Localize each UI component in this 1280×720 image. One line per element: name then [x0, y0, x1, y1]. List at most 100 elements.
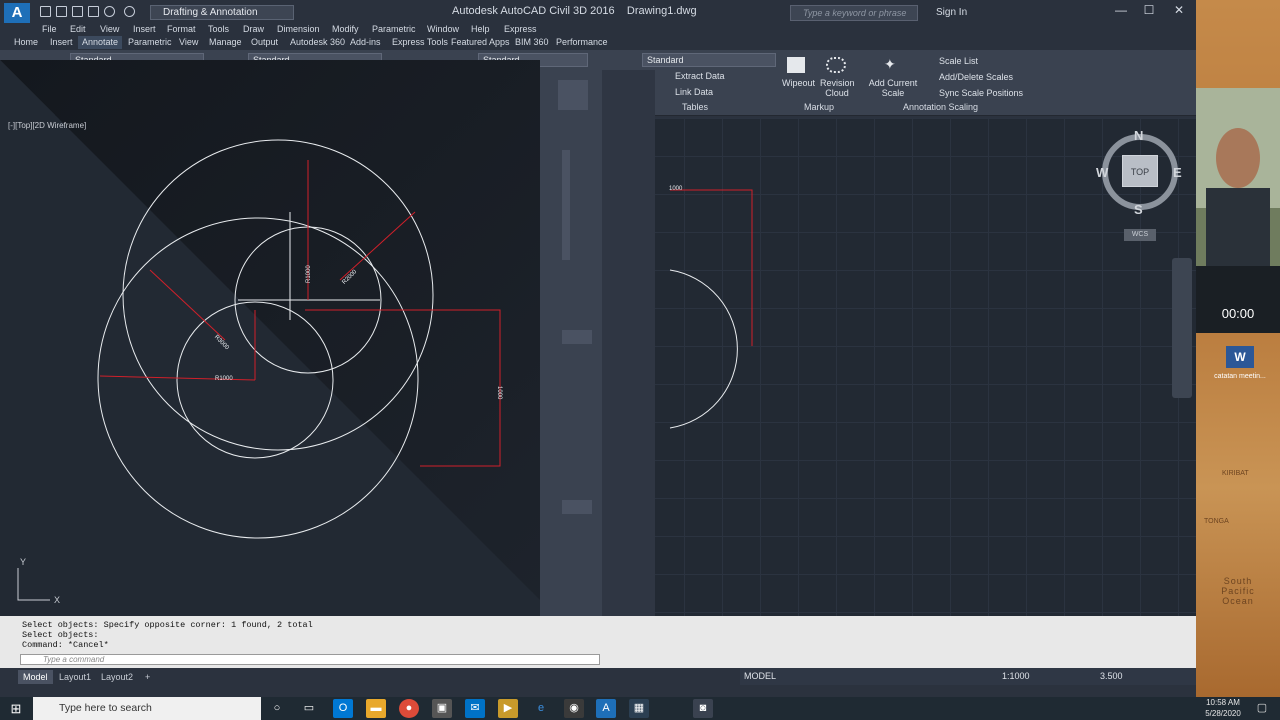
- revision-cloud-icon: [826, 57, 846, 73]
- undo-icon[interactable]: [104, 6, 115, 17]
- command-line-1: Select objects: Specify opposite corner:…: [22, 620, 313, 630]
- compass-east[interactable]: E: [1173, 165, 1182, 180]
- menu-parametric[interactable]: Parametric: [372, 24, 416, 34]
- ucs-x-label: X: [54, 595, 60, 605]
- label-r1000-b: R1000: [215, 376, 233, 382]
- annotation-scale-dropdown[interactable]: 1:1000: [1002, 671, 1030, 681]
- label-dim-side: 1000: [496, 386, 502, 400]
- chrome-icon[interactable]: ●: [399, 699, 419, 718]
- scale-list-button[interactable]: Scale List: [939, 56, 978, 66]
- folded-ribbon-strip: [540, 70, 655, 680]
- tab-manage[interactable]: Manage: [209, 37, 242, 47]
- wcs-menu[interactable]: WCS: [1124, 229, 1156, 241]
- outlook-icon[interactable]: O: [333, 699, 353, 718]
- table-style-dropdown[interactable]: Standard: [642, 53, 776, 67]
- wipeout-button[interactable]: Wipeout: [782, 78, 815, 88]
- save-icon[interactable]: [72, 6, 83, 17]
- taskbar-search-input[interactable]: Type here to search: [33, 697, 261, 720]
- menu-help[interactable]: Help: [471, 24, 490, 34]
- minimize-button[interactable]: —: [1108, 3, 1134, 19]
- add-delete-scales-button[interactable]: Add/Delete Scales: [939, 72, 1013, 82]
- help-search-input[interactable]: Type a keyword or phrase: [790, 5, 918, 21]
- tab-add-ins[interactable]: Add-ins: [350, 37, 381, 47]
- tab-insert[interactable]: Insert: [50, 37, 73, 47]
- new-file-icon[interactable]: [40, 6, 51, 17]
- sign-in-link[interactable]: Sign In: [936, 7, 967, 18]
- save-as-icon[interactable]: [88, 6, 99, 17]
- tab-home[interactable]: Home: [14, 37, 38, 47]
- civil3d-taskbar-icon[interactable]: ▦: [629, 699, 649, 718]
- maximize-button[interactable]: ☐: [1136, 3, 1162, 19]
- menu-window[interactable]: Window: [427, 24, 459, 34]
- sync-scale-positions-button[interactable]: Sync Scale Positions: [939, 88, 1023, 98]
- task-view-icon[interactable]: ▭: [299, 699, 319, 718]
- mail-icon[interactable]: ✉: [465, 699, 485, 718]
- label-r1000-a: R1000: [306, 265, 312, 283]
- close-button[interactable]: ✕: [1166, 3, 1192, 19]
- workspace-dropdown[interactable]: Drafting & Annotation: [150, 5, 294, 20]
- recorder-taskbar-icon[interactable]: ◙: [693, 699, 713, 718]
- menu-draw[interactable]: Draw: [243, 24, 264, 34]
- tab-layout2[interactable]: Layout2: [96, 670, 138, 684]
- word-document-icon[interactable]: W: [1226, 346, 1254, 368]
- tab-annotate[interactable]: Annotate: [78, 36, 123, 49]
- tab-view[interactable]: View: [179, 37, 198, 47]
- viewport-controls-label[interactable]: [-][Top][2D Wireframe]: [8, 121, 86, 130]
- compass-south[interactable]: S: [1134, 202, 1143, 217]
- add-layout-button[interactable]: +: [140, 670, 155, 684]
- menu-bar: File Edit View Insert Format Tools Draw …: [0, 24, 1196, 36]
- window-title: Autodesk AutoCAD Civil 3D 2016 Drawing1.…: [452, 5, 697, 17]
- menu-tools[interactable]: Tools: [208, 24, 229, 34]
- dimension-text: 1000: [669, 186, 683, 192]
- annotation-value[interactable]: 3.500: [1100, 671, 1123, 681]
- tab-performance[interactable]: Performance: [556, 37, 608, 47]
- tab-model[interactable]: Model: [18, 670, 53, 684]
- wipeout-icon: [787, 57, 805, 73]
- desktop-file-label: catatan meetin...: [1214, 373, 1266, 380]
- camera-icon[interactable]: ◉: [564, 699, 584, 718]
- command-input[interactable]: Type a command: [20, 654, 600, 665]
- store-icon[interactable]: ▣: [432, 699, 452, 718]
- tab-autodesk-360[interactable]: Autodesk 360: [290, 37, 345, 47]
- autocad-taskbar-icon[interactable]: A: [596, 699, 616, 718]
- notification-icon[interactable]: ▢: [1252, 699, 1272, 718]
- edge-icon[interactable]: e: [531, 699, 551, 718]
- file-explorer-icon[interactable]: ▬: [366, 699, 386, 718]
- tab-express-tools[interactable]: Express Tools: [392, 37, 448, 47]
- menu-format[interactable]: Format: [167, 24, 196, 34]
- menu-modify[interactable]: Modify: [332, 24, 359, 34]
- compass-north[interactable]: N: [1134, 128, 1143, 143]
- command-line-3: Command: *Cancel*: [22, 640, 109, 650]
- menu-express[interactable]: Express: [504, 24, 537, 34]
- extract-data-button[interactable]: Extract Data: [675, 71, 725, 81]
- navigation-bar[interactable]: [1172, 258, 1192, 398]
- compass-west[interactable]: W: [1096, 165, 1108, 180]
- menu-edit[interactable]: Edit: [70, 24, 86, 34]
- tab-bim-360[interactable]: BIM 360: [515, 37, 549, 47]
- revision-cloud-button[interactable]: Revision Cloud: [820, 78, 855, 98]
- model-space-button[interactable]: MODEL: [744, 671, 776, 681]
- start-button[interactable]: ⊞: [0, 697, 32, 720]
- application-menu-button[interactable]: A: [4, 3, 30, 23]
- menu-file[interactable]: File: [42, 24, 57, 34]
- map-label-ocean: South Pacific Ocean: [1221, 576, 1255, 606]
- circle-arc[interactable]: [669, 269, 738, 429]
- viewcube-top-face[interactable]: TOP: [1122, 155, 1158, 187]
- command-history: Select objects: Specify opposite corner:…: [22, 620, 313, 650]
- media-icon[interactable]: ▶: [498, 699, 518, 718]
- add-current-scale-button[interactable]: Add Current Scale: [868, 78, 918, 98]
- dimension-line[interactable]: [670, 189, 753, 346]
- menu-view[interactable]: View: [100, 24, 119, 34]
- cortana-icon[interactable]: ○: [267, 699, 287, 718]
- redo-icon[interactable]: [124, 6, 135, 17]
- taskbar-clock[interactable]: 10:58 AM 5/28/2020: [1200, 697, 1246, 719]
- menu-insert[interactable]: Insert: [133, 24, 156, 34]
- tab-parametric[interactable]: Parametric: [128, 37, 172, 47]
- tab-layout1[interactable]: Layout1: [54, 670, 96, 684]
- menu-dimension[interactable]: Dimension: [277, 24, 320, 34]
- tab-featured-apps[interactable]: Featured Apps: [451, 37, 510, 47]
- link-data-button[interactable]: Link Data: [675, 87, 713, 97]
- tab-output[interactable]: Output: [251, 37, 278, 47]
- annotation-scaling-panel-title: Annotation Scaling: [903, 102, 979, 112]
- open-file-icon[interactable]: [56, 6, 67, 17]
